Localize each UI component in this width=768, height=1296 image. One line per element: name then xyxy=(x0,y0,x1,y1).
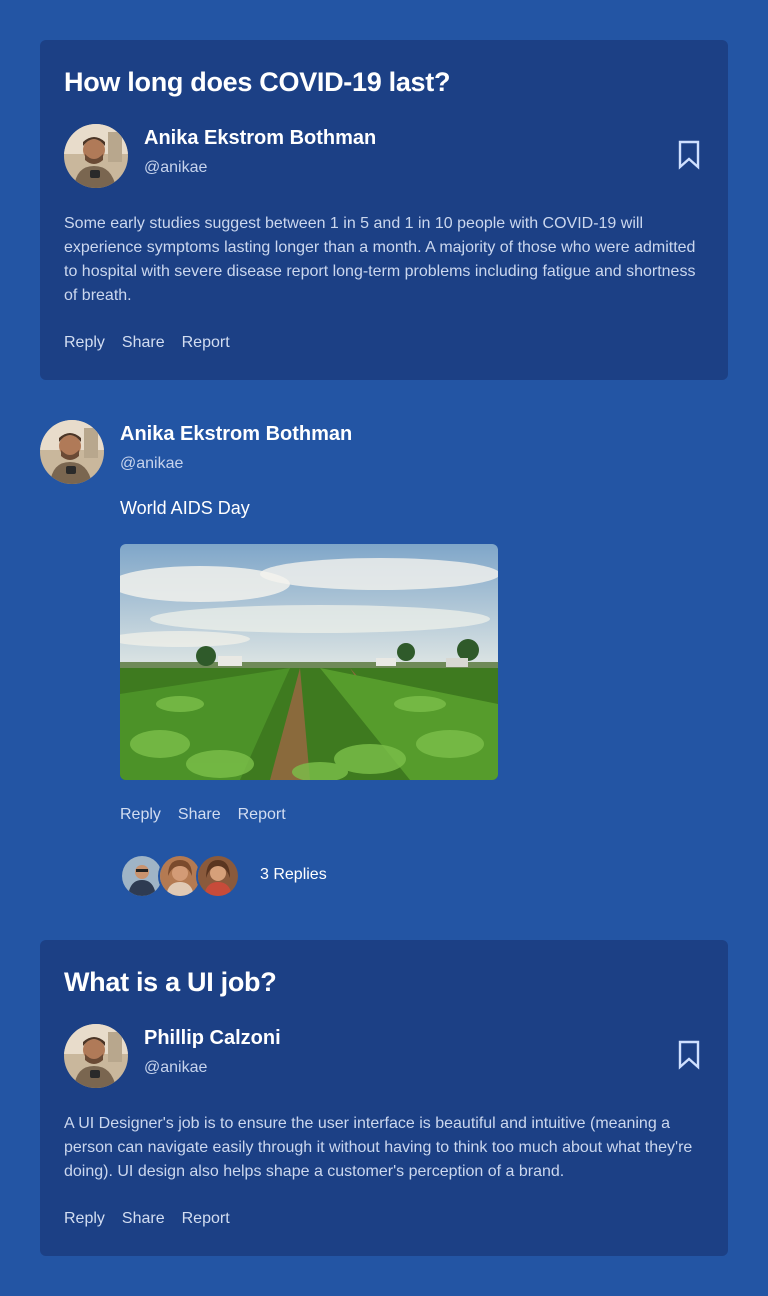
feed-post: Anika Ekstrom Bothman @anikae World AIDS… xyxy=(40,420,728,910)
reply-button[interactable]: Reply xyxy=(64,1210,105,1228)
share-button[interactable]: Share xyxy=(122,1210,165,1228)
replies-summary[interactable]: 3 Replies xyxy=(120,854,520,898)
report-button[interactable]: Report xyxy=(182,334,230,352)
reply-button[interactable]: Reply xyxy=(120,806,161,824)
author-handle: @anikae xyxy=(144,1059,208,1076)
card-body: A UI Designer's job is to ensure the use… xyxy=(64,1115,693,1180)
author-name[interactable]: Anika Ekstrom Bothman xyxy=(144,126,376,150)
replier-avatar[interactable] xyxy=(196,854,240,898)
share-button[interactable]: Share xyxy=(178,806,221,824)
report-button[interactable]: Report xyxy=(182,1210,230,1228)
card-body: Some early studies suggest between 1 in … xyxy=(64,215,696,304)
action-bar: Reply Share Report xyxy=(120,806,286,824)
card-title[interactable]: What is a UI job? xyxy=(64,966,704,998)
avatar[interactable] xyxy=(40,420,104,484)
avatar[interactable] xyxy=(64,124,128,188)
author-handle: @anikae xyxy=(120,455,184,472)
report-button[interactable]: Report xyxy=(238,806,286,824)
post-image[interactable] xyxy=(120,544,498,780)
replies-count[interactable]: 3 Replies xyxy=(260,866,327,884)
bookmark-icon[interactable] xyxy=(678,1040,700,1070)
author-row: Phillip Calzoni @anikae xyxy=(64,1024,704,1088)
share-button[interactable]: Share xyxy=(122,334,165,352)
question-card-ui-job: What is a UI job? Phillip Calzoni @anika… xyxy=(40,940,728,1256)
author-name[interactable]: Phillip Calzoni xyxy=(144,1026,281,1050)
author-row: Anika Ekstrom Bothman @anikae xyxy=(64,124,704,188)
post-text: World AIDS Day xyxy=(120,498,250,518)
author-name[interactable]: Anika Ekstrom Bothman xyxy=(120,422,352,446)
avatar[interactable] xyxy=(64,1024,128,1088)
question-card-covid: How long does COVID-19 last? Anika Ekstr… xyxy=(40,40,728,380)
action-bar: Reply Share Report xyxy=(64,1210,230,1228)
reply-button[interactable]: Reply xyxy=(64,334,105,352)
action-bar: Reply Share Report xyxy=(64,334,230,352)
author-handle: @anikae xyxy=(144,159,208,176)
bookmark-icon[interactable] xyxy=(678,140,700,170)
card-title[interactable]: How long does COVID-19 last? xyxy=(64,66,704,98)
